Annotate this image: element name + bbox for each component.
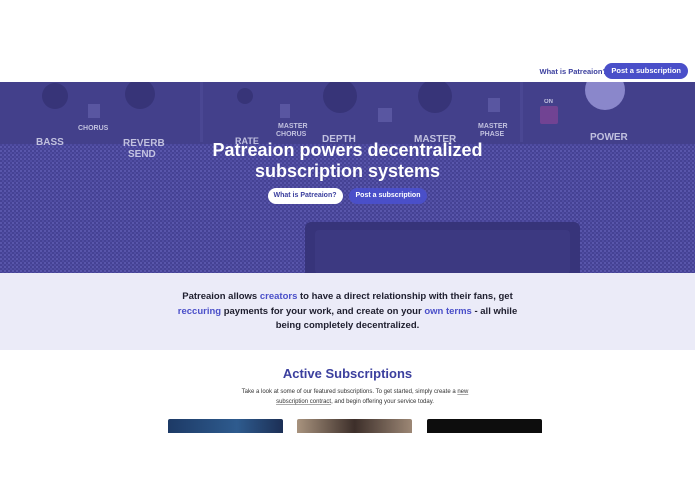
about-text: Patreaion allows creators to have a dire…: [170, 290, 525, 334]
hero-title-line-1: Patreaion powers decentralized: [212, 140, 483, 160]
hero-section: BASS CHORUS REVERB SEND RATE MASTER CHOR…: [0, 82, 695, 273]
about-text-part: to have a direct relationship with their…: [297, 291, 513, 302]
nav-post-subscription-button[interactable]: Post a subscription: [604, 63, 688, 79]
subs-desc-part: Take a look at some of our featured subs…: [241, 389, 458, 395]
hero-title: Patreaion powers decentralized subscript…: [0, 140, 695, 182]
amp-label-master-phase-1: MASTER: [478, 123, 508, 130]
subs-desc-part: , and begin offering your service today.: [331, 399, 434, 405]
subscription-card[interactable]: [168, 419, 283, 433]
subscription-card[interactable]: [297, 419, 412, 433]
amp-label-on: ON: [544, 99, 553, 105]
amp-label-master-chorus-1: MASTER: [278, 123, 308, 130]
nav-what-is-link[interactable]: What is Patreaion?: [539, 67, 607, 76]
own-terms-link[interactable]: own terms: [424, 306, 472, 317]
active-subscriptions-title: Active Subscriptions: [282, 366, 413, 381]
hero-what-is-button[interactable]: What is Patreaion?: [267, 187, 343, 204]
hero-buttons: What is Patreaion? Post a subscription: [0, 187, 695, 205]
about-section: Patreaion allows creators to have a dire…: [0, 273, 695, 350]
hero-post-subscription-button[interactable]: Post a subscription: [348, 187, 428, 204]
top-nav: What is Patreaion? Post a subscription: [0, 62, 695, 82]
hero-title-line-2: subscription systems: [254, 161, 441, 181]
amp-label-master-chorus-2: CHORUS: [276, 131, 307, 138]
about-text-part: payments for your work, and create on yo…: [221, 305, 425, 317]
active-subscriptions-description: Take a look at some of our featured subs…: [235, 387, 475, 407]
about-text-part: Patreaion allows: [182, 291, 260, 302]
subscription-card[interactable]: [427, 419, 542, 433]
amp-label-master-phase-2: PHASE: [480, 131, 504, 138]
amp-label-chorus: CHORUS: [78, 125, 109, 132]
creators-link[interactable]: creators: [260, 291, 298, 302]
reccuring-link[interactable]: reccuring: [178, 306, 221, 317]
